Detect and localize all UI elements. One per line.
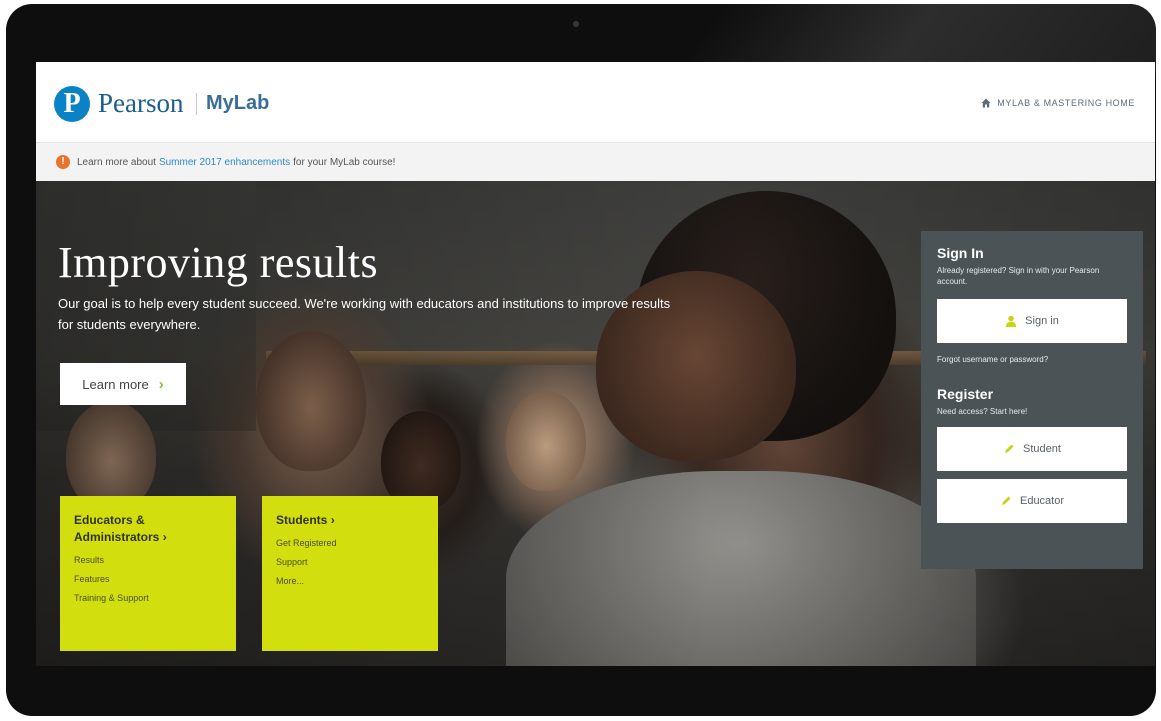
educator-register-button[interactable]: Educator	[937, 479, 1127, 523]
brand-name[interactable]: Pearson	[98, 88, 183, 119]
educator-button-label: Educator	[1019, 495, 1065, 507]
signin-button[interactable]: Sign in	[937, 299, 1127, 343]
student-register-button[interactable]: Student	[937, 427, 1127, 471]
notice-suffix: for your MyLab course!	[293, 156, 396, 168]
educators-heading-link[interactable]: Educators & Administrators ›	[74, 512, 222, 546]
educators-card: Educators & Administrators › Results Fea…	[60, 496, 236, 651]
chevron-right-icon: ›	[162, 530, 167, 544]
browser-viewport: P Pearson MyLab MYLAB & MASTERING HOME !…	[36, 62, 1155, 666]
hero-description: Our goal is to help every student succee…	[58, 296, 671, 332]
home-icon	[981, 98, 991, 108]
signin-heading: Sign In	[937, 245, 984, 261]
camera-icon	[573, 21, 579, 27]
signin-panel: Sign In Already registered? Sign in with…	[921, 231, 1143, 569]
register-heading: Register	[937, 386, 994, 402]
forgot-credentials-link[interactable]: Forgot username or password?	[937, 355, 1127, 364]
enhancements-link[interactable]: Summer 2017 enhancements	[159, 157, 290, 168]
educators-heading: Educators & Administrators	[74, 513, 160, 544]
students-link-support[interactable]: Support	[276, 557, 424, 567]
signin-button-label: Sign in	[1025, 315, 1059, 327]
chevron-right-icon: ›	[330, 513, 335, 527]
educators-link-training[interactable]: Training & Support	[74, 593, 222, 603]
educators-link-results[interactable]: Results	[74, 555, 222, 565]
students-link-register[interactable]: Get Registered	[276, 538, 424, 548]
educators-link-features[interactable]: Features	[74, 574, 222, 584]
info-icon: !	[56, 155, 70, 169]
tablet-frame: P Pearson MyLab MYLAB & MASTERING HOME !…	[6, 4, 1156, 716]
hero-title: Improving results	[58, 238, 379, 287]
notice-prefix: Learn more about	[77, 156, 156, 168]
learn-more-button[interactable]: Learn more ›	[60, 363, 186, 405]
site-header: P Pearson MyLab MYLAB & MASTERING HOME	[36, 62, 1155, 142]
product-name[interactable]: MyLab	[206, 92, 269, 115]
announcement-bar: ! Learn more about Summer 2017 enhanceme…	[36, 142, 1155, 182]
register-subtext: Need access? Start here!	[937, 407, 1028, 416]
students-heading: Students	[276, 513, 328, 527]
user-icon	[1006, 315, 1017, 327]
signin-subtext: Already registered? Sign in with your Pe…	[937, 266, 1100, 286]
home-link-label: MYLAB & MASTERING HOME	[997, 98, 1135, 108]
student-button-label: Student	[1023, 443, 1061, 455]
students-link-more[interactable]: More...	[276, 576, 424, 586]
hero-banner: Improving results Our goal is to help ev…	[36, 181, 1155, 666]
pencil-icon	[1001, 496, 1011, 505]
students-card: Students › Get Registered Support More..…	[262, 496, 438, 651]
chevron-right-icon: ›	[158, 375, 164, 393]
mylab-home-link[interactable]: MYLAB & MASTERING HOME	[981, 98, 1135, 108]
brand-divider	[196, 93, 197, 115]
pearson-logo-icon[interactable]: P	[54, 86, 90, 122]
learn-more-label: Learn more	[82, 376, 149, 392]
students-heading-link[interactable]: Students ›	[276, 512, 424, 529]
pencil-icon	[1005, 444, 1014, 453]
